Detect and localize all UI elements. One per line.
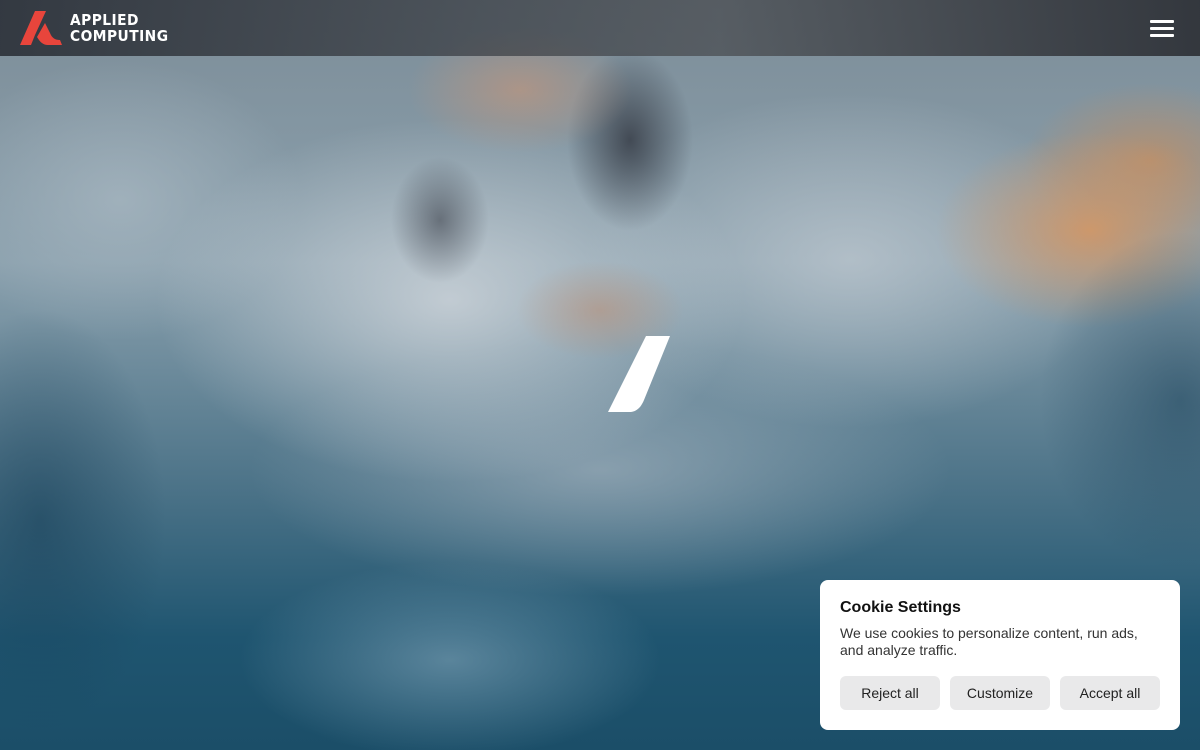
cookie-dialog-description: We use cookies to personalize content, r… [840, 625, 1138, 658]
slash-logo-mark-icon [608, 336, 670, 412]
logo-line-1: APPLIED [70, 11, 139, 29]
applied-computing-logo-icon [20, 11, 62, 45]
cookie-dialog-actions: Reject all Customize Accept all [840, 676, 1160, 710]
site-logo[interactable]: APPLIED COMPUTING [20, 11, 177, 45]
reject-all-button[interactable]: Reject all [840, 676, 940, 710]
hamburger-menu-icon[interactable] [1150, 18, 1176, 38]
page: APPLIED COMPUTING Cookie Settings We use… [0, 0, 1200, 750]
menu-bar [1150, 27, 1174, 30]
menu-bar [1150, 34, 1174, 37]
site-header: APPLIED COMPUTING [0, 0, 1200, 56]
logo-line-2: COMPUTING [70, 27, 169, 45]
cookie-dialog-title: Cookie Settings [840, 599, 961, 616]
cookie-consent-dialog: Cookie Settings We use cookies to person… [820, 580, 1180, 730]
customize-button[interactable]: Customize [950, 676, 1050, 710]
logo-wordmark: APPLIED COMPUTING [70, 12, 168, 44]
accept-all-button[interactable]: Accept all [1060, 676, 1160, 710]
menu-bar [1150, 20, 1174, 23]
